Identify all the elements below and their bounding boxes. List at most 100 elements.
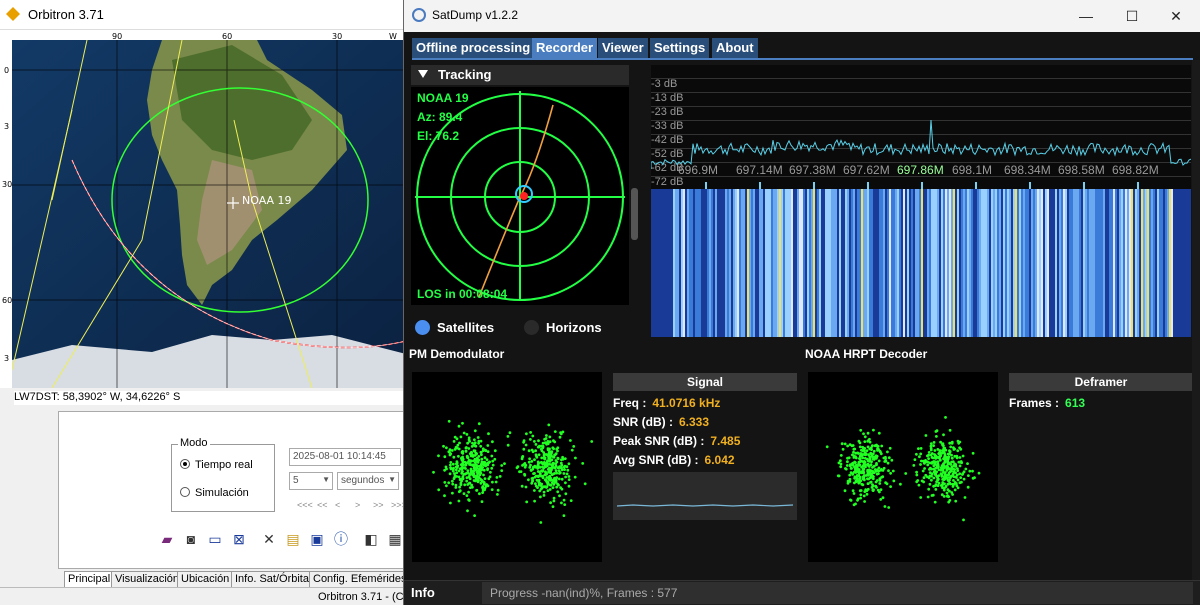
nav-forward-button[interactable]: >> [373,500,384,510]
tracking-header[interactable]: Tracking [411,65,629,85]
constellation-point [540,470,544,473]
waterfall-column [1019,189,1021,337]
datetime-field[interactable]: 2025-08-01 10:14:45 [289,448,401,466]
constellation-point [550,450,554,454]
constellation-point [533,499,536,503]
hrpt-title: NOAA HRPT Decoder [805,347,928,361]
waterfall-column [935,189,937,337]
tab-recorder[interactable]: Recorder [532,38,598,58]
tab-viewer[interactable]: Viewer [598,38,648,58]
tab-offline-processing[interactable]: Offline processing [412,38,535,58]
tab-about[interactable]: About [712,38,758,58]
fft-plot[interactable]: -3 dB -13 dB -23 dB -33 dB -42 dB -52 dB… [651,65,1191,189]
constellation-point [464,450,468,453]
constellation-point [475,474,479,477]
realtime-radio[interactable]: Tiempo real [180,459,253,471]
waterfall-column [1133,189,1135,337]
close-icon[interactable]: ✕ [1166,6,1186,26]
waterfall-column [931,189,933,337]
simulation-radio[interactable]: Simulación [180,487,249,499]
tab-config-efemerides[interactable]: Config. Efemérides [309,571,411,587]
info-label[interactable]: Info [411,585,435,600]
constellation-point [927,487,931,491]
calc-icon[interactable]: ▦ [386,530,404,548]
constellation-point [552,499,556,503]
tools-icon[interactable]: ✕ [260,530,278,548]
tab-info-sat[interactable]: Info. Sat/Órbita [231,571,313,587]
folder-icon[interactable]: ▤ [284,530,302,548]
waterfall-column [1079,189,1081,337]
minimize-icon[interactable]: — [1076,6,1096,26]
snr-history-plot [613,472,797,520]
constellation-point [457,499,461,503]
constellation-point [931,461,934,465]
constellation-point [879,498,883,501]
constellation-point [860,453,863,457]
waterfall-column [1147,189,1149,337]
waterfall-column [879,189,881,337]
book-icon[interactable]: ▰ [158,530,176,548]
save-icon[interactable]: ▣ [308,530,326,548]
camera-icon[interactable]: ◙ [182,530,200,548]
nav-step-forward-button[interactable]: > [355,500,360,510]
close-window-icon[interactable]: ⊠ [230,530,248,548]
export-icon[interactable]: ◧ [362,530,380,548]
waterfall-column [1075,189,1077,337]
unit-value: segundos [341,475,385,486]
waterfall-column [993,189,995,337]
world-map[interactable]: NOAA 19 [12,40,410,388]
tab-ubicacion[interactable]: Ubicación [177,571,234,587]
horizons-checkbox[interactable]: Horizons [524,320,602,335]
waterfall-column [907,189,909,337]
waterfall-column [1115,189,1117,337]
waterfall-column [767,189,769,337]
nav-fast-back-button[interactable]: <<< [297,500,313,510]
waterfall-column [659,189,661,337]
freq-label: 698.34M [1004,163,1051,177]
constellation-point [953,488,957,492]
satdump-scrollbar[interactable] [1192,60,1200,580]
waterfall-column [1109,189,1111,337]
unit-select[interactable]: segundos ▼ [337,472,399,490]
constellation-point [537,453,541,457]
tab-principal[interactable]: Principal [64,571,115,587]
constellation-point [958,464,962,468]
constellation-point [432,470,435,474]
info-icon[interactable]: ⓘ [332,530,350,548]
constellation-point [544,473,547,476]
constellation-point [538,489,542,493]
constellation-point [563,468,566,471]
step-field[interactable]: 5 ▼ [289,472,333,490]
constellation-point [930,494,934,497]
constellation-point [866,482,870,485]
tab-settings[interactable]: Settings [650,38,710,58]
tracking-scrollbar[interactable] [631,188,638,240]
freq-value: 41.0716 kHz [652,396,721,410]
waterfall[interactable] [651,189,1191,337]
satellites-checkbox[interactable]: Satellites [415,320,494,335]
nav-step-back-button[interactable]: < [335,500,340,510]
constellation-point [915,452,918,456]
constellation-point [849,471,853,474]
waterfall-column [1015,189,1017,337]
constellation-point [855,465,858,469]
constellation-point [567,462,571,466]
tab-visualizacion[interactable]: Visualización [111,571,184,587]
waterfall-column [1145,189,1147,337]
waterfall-column [947,189,949,337]
maximize-icon[interactable]: ☐ [1122,6,1142,26]
nav-back-button[interactable]: << [317,500,328,510]
constellation-point [535,455,538,458]
constellation-point [482,461,485,464]
waterfall-column [1187,189,1189,337]
waterfall-column [1039,189,1041,337]
freq-tick [705,182,707,189]
avg-snr-row: Avg SNR (dB) : 6.042 [613,453,735,467]
constellation-point [508,431,512,435]
waterfall-column [693,189,695,337]
waterfall-column [887,189,889,337]
constellation-point [561,455,564,459]
window-icon[interactable]: ▭ [206,530,224,548]
constellation-point [924,434,928,437]
waterfall-column [969,189,971,337]
